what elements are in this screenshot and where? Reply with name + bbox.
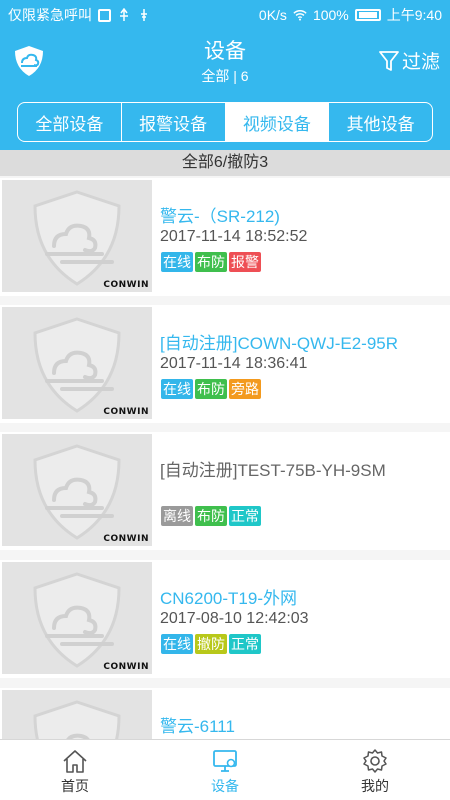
shield-cloud-placeholder-icon [33, 444, 121, 540]
filter-label: 过滤 [401, 52, 440, 73]
status-badge: 报警 [229, 252, 261, 272]
device-item[interactable]: 警云-6111 [0, 688, 450, 739]
carrier-text: 仅限紧急呼叫 [8, 7, 92, 23]
shield-cloud-placeholder-icon [33, 190, 121, 286]
tab-video-devices[interactable]: 视频设备 [225, 103, 330, 141]
brand-watermark: CONWIN [103, 407, 149, 417]
brand-watermark: CONWIN [103, 534, 149, 544]
tab-alarm-devices[interactable]: 报警设备 [122, 103, 226, 141]
status-badges: 在线 布防 旁路 [161, 379, 261, 399]
shield-cloud-placeholder-icon [33, 700, 121, 739]
app-header: 设备 全部 | 6 过滤 [0, 30, 450, 92]
device-thumbnail [2, 690, 152, 739]
tab-all-devices[interactable]: 全部设备 [18, 103, 122, 141]
usb-debug-icon [141, 9, 147, 21]
status-badge: 正常 [229, 506, 261, 526]
device-tabs: 全部设备 报警设备 视频设备 其他设备 [17, 102, 433, 142]
bottom-nav: 首页 设备 我的 [0, 739, 450, 800]
status-bar: 仅限紧急呼叫 0K/s 100% 上午9:40 [0, 0, 450, 30]
device-item[interactable]: CONWIN [自动注册]COWN-QWJ-E2-95R 2017-11-14 … [0, 305, 450, 423]
status-badge: 正常 [229, 634, 261, 654]
device-item[interactable]: CONWIN 警云-（SR-212) 2017-11-14 18:52:52 在… [0, 178, 450, 296]
device-item[interactable]: CONWIN CN6200-T19-外网 2017-08-10 12:42:03… [0, 560, 450, 678]
device-time: 2017-08-10 12:42:03 [160, 610, 309, 627]
usb-icon [120, 8, 128, 21]
device-name: 警云-（SR-212) [160, 207, 280, 226]
status-badge: 撤防 [195, 634, 227, 654]
device-name: [自动注册]TEST-75B-YH-9SM [160, 461, 386, 480]
status-badge: 在线 [161, 634, 193, 654]
funnel-icon [379, 50, 399, 71]
battery-percent: 100% [312, 7, 349, 23]
device-name: 警云-6111 [160, 717, 235, 736]
tabs-bar: 全部设备 报警设备 视频设备 其他设备 [0, 92, 450, 150]
status-badge: 布防 [195, 506, 227, 526]
brand-watermark: CONWIN [103, 280, 149, 290]
status-badge: 在线 [161, 379, 193, 399]
nav-devices-label: 设备 [211, 778, 239, 794]
filter-button[interactable]: 过滤 [379, 47, 440, 74]
status-badge: 布防 [195, 252, 227, 272]
wifi-icon [293, 10, 307, 21]
device-thumbnail: CONWIN [2, 562, 152, 674]
device-list: CONWIN 警云-（SR-212) 2017-11-14 18:52:52 在… [0, 176, 450, 739]
tab-other-devices[interactable]: 其他设备 [329, 103, 432, 141]
device-thumbnail: CONWIN [2, 434, 152, 546]
device-monitor-icon [213, 750, 237, 772]
nav-home[interactable]: 首页 [0, 740, 150, 800]
home-icon [63, 750, 87, 773]
status-badges: 在线 撤防 正常 [161, 634, 261, 654]
nav-home-label: 首页 [61, 778, 89, 794]
shield-cloud-placeholder-icon [33, 572, 121, 668]
status-badges: 离线 布防 正常 [161, 506, 261, 526]
gear-icon [363, 749, 387, 773]
device-thumbnail: CONWIN [2, 180, 152, 292]
notification-icon [98, 8, 111, 22]
status-badge: 在线 [161, 252, 193, 272]
nav-mine[interactable]: 我的 [300, 740, 450, 800]
status-badges: 在线 布防 报警 [161, 252, 261, 272]
device-name: CN6200-T19-外网 [160, 589, 297, 608]
nav-devices[interactable]: 设备 [150, 740, 300, 800]
battery-icon [354, 9, 381, 21]
device-time: 2017-11-14 18:36:41 [160, 355, 308, 372]
shield-cloud-placeholder-icon [33, 317, 121, 413]
clock: 上午9:40 [386, 7, 442, 23]
device-item[interactable]: CONWIN [自动注册]TEST-75B-YH-9SM 离线 布防 正常 [0, 432, 450, 550]
nav-mine-label: 我的 [361, 778, 389, 794]
status-badge: 旁路 [229, 379, 261, 399]
device-summary: 全部6/撤防3 [0, 150, 450, 176]
device-thumbnail: CONWIN [2, 307, 152, 419]
network-speed: 0K/s [258, 7, 287, 23]
status-badge: 离线 [161, 506, 193, 526]
device-name: [自动注册]COWN-QWJ-E2-95R [160, 334, 398, 353]
status-badge: 布防 [195, 379, 227, 399]
device-time: 2017-11-14 18:52:52 [160, 228, 308, 245]
brand-watermark: CONWIN [103, 662, 149, 672]
